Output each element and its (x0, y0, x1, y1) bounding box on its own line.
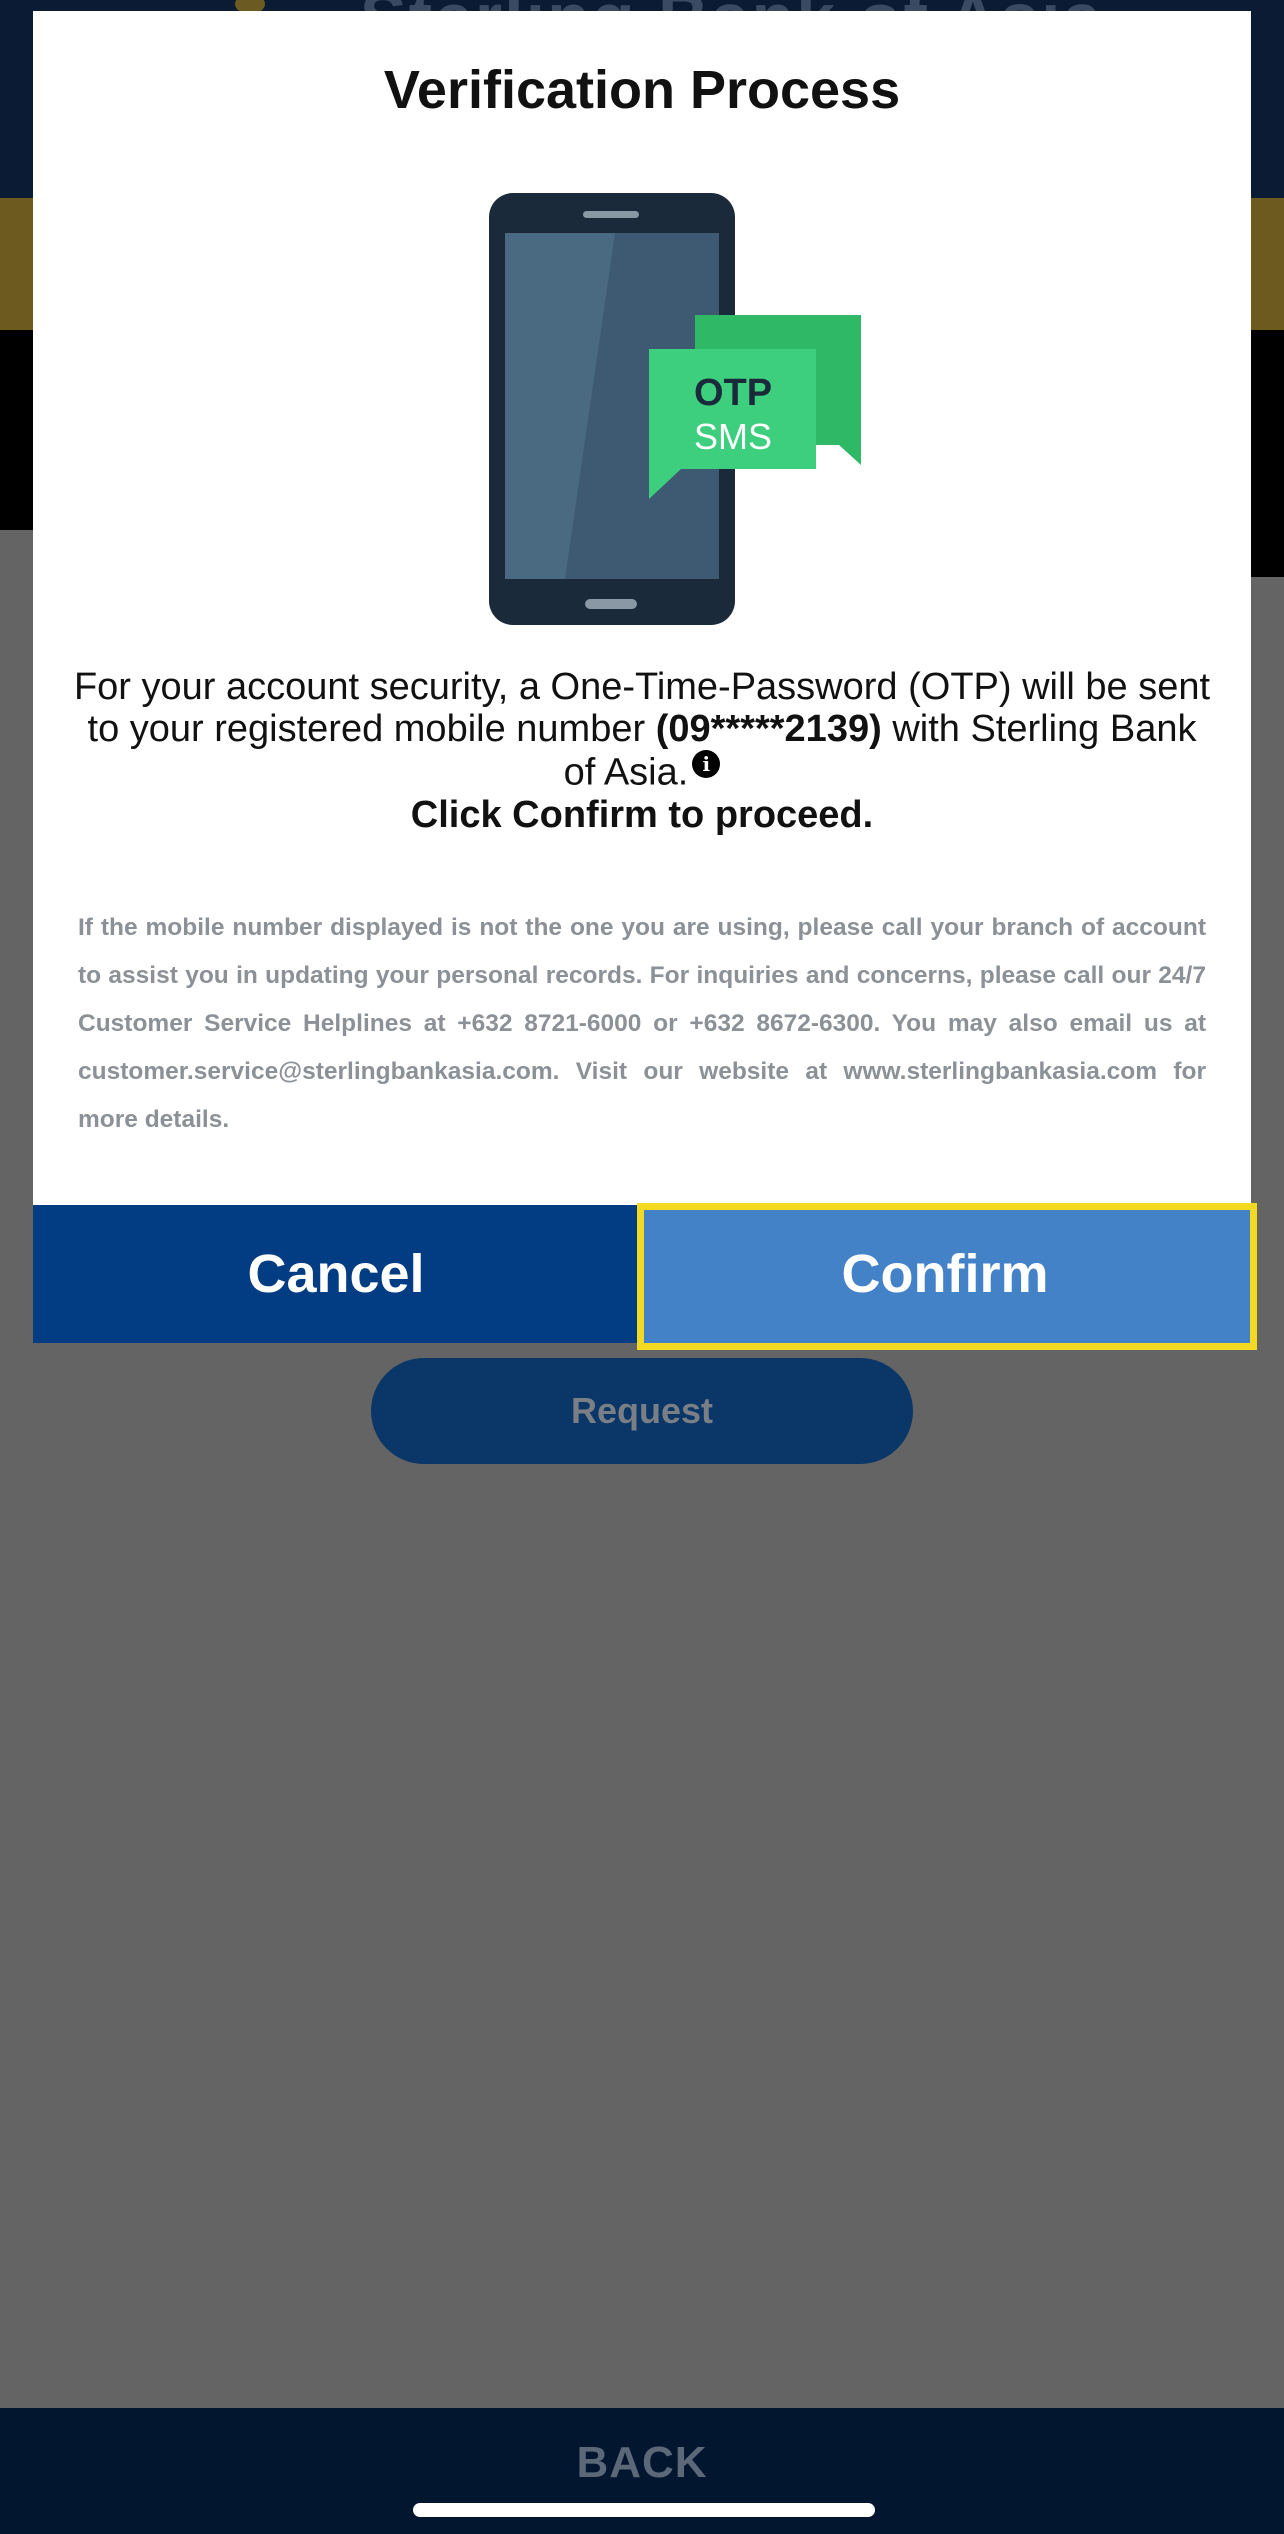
sms-label: SMS (694, 416, 772, 457)
masked-mobile-number: (09*****2139) (655, 708, 882, 750)
otp-message: For your account security, a One-Time-Pa… (73, 666, 1211, 836)
otp-label: OTP (694, 372, 772, 414)
phone-otp-sms-illustration: OTP SMS (453, 181, 873, 636)
info-icon[interactable]: i (692, 750, 721, 778)
home-indicator[interactable] (413, 2503, 875, 2517)
request-button[interactable]: Request (371, 1358, 913, 1464)
verification-modal: Verification Process OTP SMS For your ac… (33, 11, 1251, 1343)
back-button[interactable]: BACK (0, 2438, 1284, 2488)
modal-title: Verification Process (383, 60, 901, 120)
cancel-button[interactable]: Cancel (33, 1205, 639, 1343)
confirm-button[interactable]: Confirm (639, 1205, 1251, 1343)
proceed-instruction: Click Confirm to proceed. (410, 793, 874, 836)
disclaimer-text: If the mobile number displayed is not th… (78, 914, 1206, 1133)
